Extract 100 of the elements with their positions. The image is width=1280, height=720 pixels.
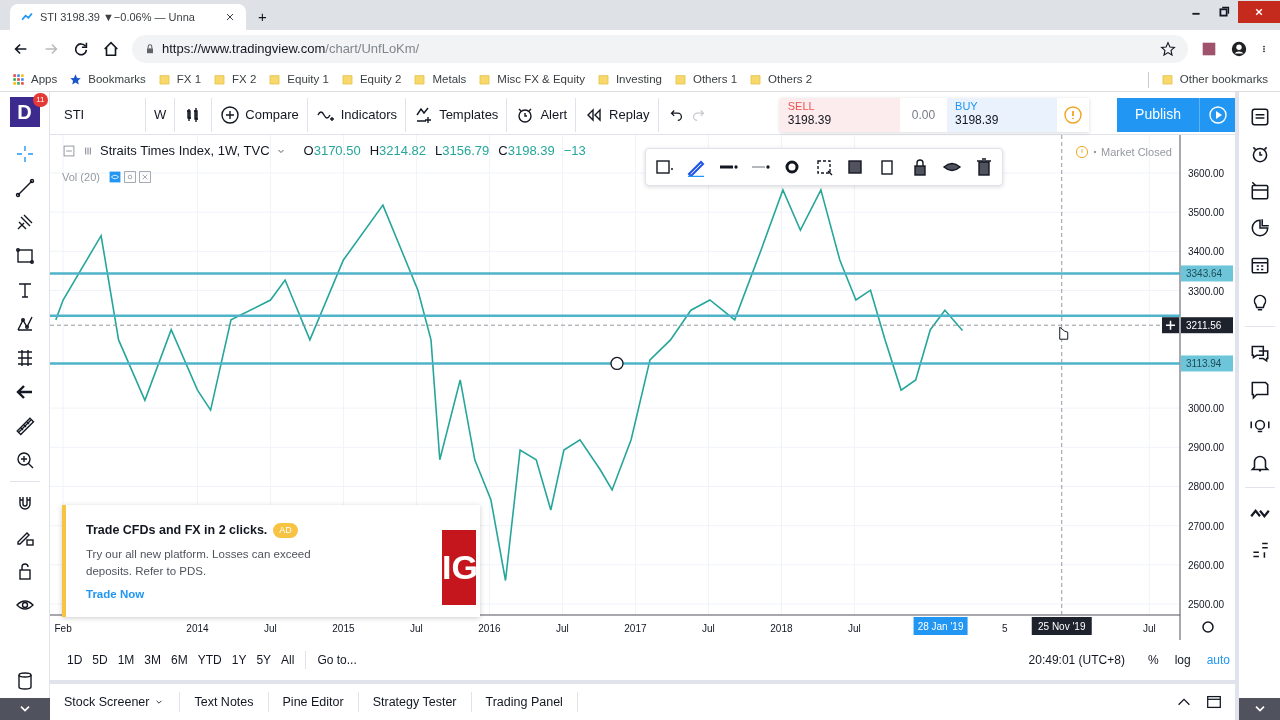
folder-icon — [213, 73, 227, 86]
panel-tab[interactable]: Strategy Tester — [358, 686, 471, 718]
clock-icon — [1075, 145, 1089, 160]
axis-label: 2800.00 — [1188, 481, 1225, 493]
bookmark[interactable]: Metals — [413, 70, 467, 89]
scale-option[interactable]: % — [1142, 651, 1164, 669]
transform-icon[interactable] — [814, 157, 834, 177]
panel-tab[interactable]: Stock Screener — [50, 686, 180, 718]
profile-icon[interactable] — [1230, 40, 1248, 58]
sell-button[interactable]: SELL 3198.39 — [779, 97, 900, 132]
other-bookmarks[interactable]: Other bookmarks — [1160, 70, 1268, 89]
add-icon[interactable] — [1162, 317, 1179, 334]
folder-icon — [749, 73, 763, 86]
zoom-icon[interactable] — [14, 450, 35, 470]
interval-button[interactable]: W — [146, 97, 175, 132]
axis-label: Jul — [556, 623, 569, 634]
toolbar-button[interactable]: Compare — [212, 97, 307, 132]
lock-icon — [144, 43, 156, 55]
bookmark[interactable]: FX 2 — [213, 70, 257, 89]
new-tab-button[interactable]: + — [258, 0, 267, 34]
bookmark[interactable]: Misc FX & Equity — [478, 70, 585, 89]
axis-label: 2600.00 — [1188, 559, 1225, 571]
ruler-icon[interactable] — [14, 416, 35, 436]
browser-tab[interactable]: STI 3198.39 ▼−0.06% — Unna — [10, 4, 246, 30]
range-button[interactable]: 6M — [166, 651, 193, 669]
apps-icon — [12, 73, 25, 86]
scale-option[interactable]: log — [1169, 651, 1196, 669]
ad-title: Trade CFDs and FX in 2 clicks. — [86, 522, 268, 539]
address-field[interactable]: https://www.tradingview.com/chart/UnfLoKm/ — [132, 35, 1188, 63]
trash-icon[interactable] — [974, 157, 994, 177]
anchor-handle[interactable] — [610, 356, 624, 371]
folder-icon — [596, 73, 610, 86]
toolbar-button[interactable]: Templates — [406, 97, 507, 132]
extension-icon[interactable] — [1200, 40, 1218, 58]
range-button[interactable]: YTD — [192, 651, 227, 669]
bars-icon — [82, 144, 94, 157]
folder-icon — [340, 73, 354, 86]
toolbar-button[interactable]: Indicators — [307, 97, 406, 132]
tab-title: STI 3198.39 ▼−0.06% — Unna — [40, 9, 196, 25]
play-icon — [1207, 104, 1228, 125]
maximize-icon[interactable] — [1205, 693, 1223, 711]
price-label: 3343.64 — [1181, 265, 1233, 282]
url-text: https://www.tradingview.com/chart/UnfLoKm/ — [162, 40, 421, 59]
axis-label: 3000.00 — [1188, 403, 1225, 415]
ohlc-value: C3198.39 — [498, 142, 555, 160]
bookmark[interactable]: Investing — [596, 70, 662, 89]
time-label: 28 Jan '19 — [913, 617, 968, 635]
pattern-icon[interactable] — [14, 314, 35, 334]
ref-line-label: 3343.64 — [1186, 268, 1223, 280]
bookmark[interactable]: Bookmarks — [69, 70, 146, 89]
star-icon[interactable] — [1160, 41, 1176, 57]
panel-tab[interactable]: Text Notes — [180, 686, 268, 718]
ref-line-label: 3113.94 — [1186, 358, 1222, 370]
folder-icon — [413, 73, 427, 86]
ig-logo[interactable]: IG — [442, 530, 476, 605]
panel-tab[interactable]: Trading Panel — [471, 686, 577, 718]
range-button[interactable]: 3M — [139, 651, 167, 669]
reload-icon[interactable] — [72, 40, 90, 58]
toolbar-button[interactable]: Alert — [507, 97, 576, 132]
bookmark[interactable]: Equity 2 — [340, 70, 402, 89]
axis-label: 2017 — [624, 623, 647, 634]
bookmark[interactable]: Others 2 — [749, 70, 813, 89]
home-icon[interactable] — [102, 40, 120, 58]
trend-line-icon[interactable] — [14, 178, 35, 198]
axis-label: Jul — [1142, 623, 1156, 634]
bookmark[interactable]: Apps — [12, 70, 58, 89]
bookmark[interactable]: Others 1 — [673, 70, 738, 89]
range-button[interactable]: 1D — [62, 651, 88, 669]
rectangle-icon[interactable] — [14, 246, 35, 266]
price-label: 3113.94 — [1181, 355, 1233, 372]
axis-label: 3400.00 — [1188, 246, 1225, 258]
ohlc-value: O3170.50 — [303, 142, 361, 160]
panel-tab[interactable]: Pine Editor — [268, 686, 358, 718]
folder-icon — [268, 73, 282, 86]
axis-label: 2014 — [186, 623, 209, 634]
range-button[interactable]: 1M — [112, 651, 140, 669]
folder-icon — [478, 73, 492, 86]
bookmark[interactable]: FX 1 — [157, 70, 202, 89]
axis-label: Jul — [702, 623, 715, 634]
axis-label: 2015 — [332, 623, 355, 634]
symbol-field[interactable]: STI — [50, 104, 145, 125]
ohlc-value: H3214.82 — [369, 142, 427, 160]
range-button[interactable]: 1Y — [226, 651, 252, 669]
play-button[interactable] — [1199, 97, 1235, 132]
symbol-title[interactable]: Straits Times Index, 1W, TVC — [100, 141, 270, 161]
ad-badge: AD — [273, 522, 298, 539]
buy-button[interactable]: BUY 3198.39 — [947, 97, 1058, 132]
range-button[interactable]: 5Y — [251, 651, 277, 669]
dot-icon — [1092, 149, 1098, 156]
folder-icon — [1160, 73, 1174, 86]
toolbar-button[interactable]: Replay — [576, 97, 658, 132]
go-to-button[interactable]: Go to... — [312, 651, 362, 669]
folder-icon — [673, 73, 687, 86]
rectangle-icon[interactable] — [654, 157, 674, 177]
ref-line-label: 25 Nov '19 — [1037, 621, 1086, 632]
range-button[interactable]: All — [276, 651, 300, 669]
bookmark[interactable]: Equity 1 — [268, 70, 329, 89]
close-icon[interactable] — [224, 11, 236, 23]
axis-label: Jul — [264, 623, 277, 634]
range-button[interactable]: 5D — [87, 651, 113, 669]
